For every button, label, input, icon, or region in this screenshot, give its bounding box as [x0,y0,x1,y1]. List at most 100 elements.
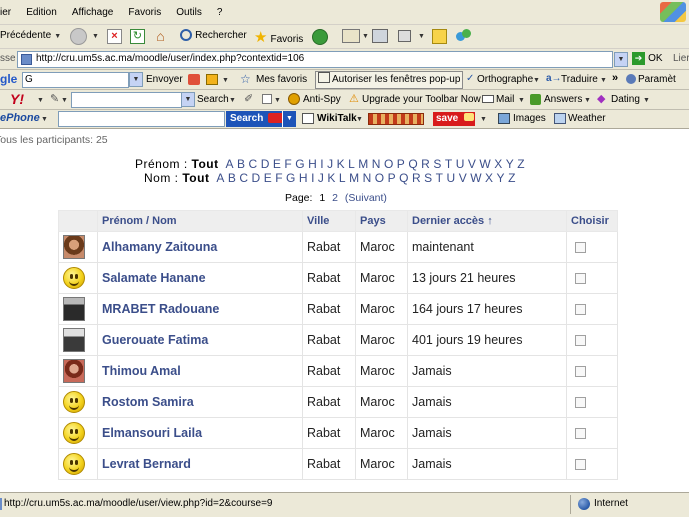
forward-dropdown-icon[interactable]: ▼ [92,33,99,40]
nom-letter-m[interactable]: M [349,171,360,185]
form-icon[interactable] [262,94,272,104]
prenom-letter-t[interactable]: T [445,157,453,171]
mail-dropdown-icon[interactable]: ▼ [518,97,525,104]
prenom-letter-d[interactable]: D [261,157,270,171]
prenom-letter-r[interactable]: R [421,157,430,171]
ask-search-dropdown-icon[interactable]: ▼ [282,111,296,127]
prenom-letter-e[interactable]: E [273,157,282,171]
nom-letter-x[interactable]: X [485,171,494,185]
back-button[interactable]: Précédente ▼ [0,29,61,45]
nom-letter-b[interactable]: B [228,171,237,185]
prenom-letter-s[interactable]: S [433,157,442,171]
default-avatar-smiley-icon[interactable] [63,422,85,444]
traduire-button[interactable]: Traduire [561,74,598,85]
orthographe-dropdown-icon[interactable]: ▼ [533,77,540,84]
google-envoyer-button[interactable]: Envoyer [146,74,183,85]
nom-letter-j[interactable]: J [318,171,325,185]
participant-name-link[interactable]: MRABET Radouane [97,293,303,325]
nom-letter-p[interactable]: P [388,171,397,185]
participant-name-link[interactable]: Rostom Samira [97,386,303,418]
default-avatar-smiley-icon[interactable] [63,453,85,475]
country-column-header[interactable]: Pays [355,210,408,232]
menu-favoris[interactable]: Favoris [128,7,161,18]
google-search-dropdown-icon[interactable]: ▼ [129,72,143,87]
prenom-letter-w[interactable]: W [479,157,491,171]
nom-letter-o[interactable]: O [375,171,385,185]
save-button[interactable]: save [433,112,475,126]
select-user-checkbox[interactable] [575,365,586,377]
yahoo-search-caret-icon[interactable]: ▼ [229,97,236,104]
prenom-letter-j[interactable]: J [327,157,334,171]
page-next-link[interactable]: (Suivant) [345,192,387,204]
ask-logo-dropdown-icon[interactable]: ▼ [41,116,48,123]
select-user-checkbox[interactable] [575,272,586,284]
nom-letter-l[interactable]: L [339,171,346,185]
nom-letter-s[interactable]: S [424,171,433,185]
print-icon[interactable] [372,29,388,43]
nom-letter-y[interactable]: Y [497,171,506,185]
wikitalk-button[interactable]: WikiTalk [317,113,357,124]
nom-letter-u[interactable]: U [447,171,456,185]
ask-logo[interactable]: ePhone [0,112,40,124]
wikitalk-dropdown-icon[interactable]: ▼ [356,116,363,123]
back-dropdown-icon[interactable]: ▼ [54,33,61,40]
select-user-checkbox[interactable] [575,334,586,346]
last-access-column-header[interactable]: Dernier accès ↑ [407,210,567,232]
user-photo-avatar[interactable] [63,359,85,383]
menu-affichage[interactable]: Affichage [72,7,114,18]
nom-letter-g[interactable]: G [286,171,296,185]
nom-letter-w[interactable]: W [470,171,482,185]
antispy-button[interactable]: Anti-Spy [303,94,341,105]
discuss-icon[interactable] [432,29,447,44]
prenom-letter-c[interactable]: C [249,157,258,171]
answers-button[interactable]: Answers [544,94,582,105]
nom-letter-q[interactable]: Q [399,171,409,185]
nom-letter-e[interactable]: E [264,171,273,185]
yahoo-search-button[interactable]: Search [197,94,229,105]
prenom-letter-b[interactable]: B [237,157,246,171]
messenger-icon[interactable] [456,29,472,45]
participant-name-link[interactable]: Levrat Bernard [97,448,303,480]
prenom-letter-y[interactable]: Y [506,157,515,171]
select-user-checkbox[interactable] [575,241,586,253]
pencil-icon[interactable]: ✎ [50,92,59,105]
nom-letter-t[interactable]: T [436,171,444,185]
nom-letter-a[interactable]: A [216,171,225,185]
favorites-button[interactable]: ★ Favoris [254,28,303,46]
answers-dropdown-icon[interactable]: ▼ [584,97,591,104]
nom-letter-c[interactable]: C [239,171,248,185]
yahoo-mail-button[interactable]: Mail [496,94,514,105]
city-column-header[interactable]: Ville [302,210,356,232]
save-dropdown-icon[interactable]: ▼ [480,116,487,123]
user-photo-avatar[interactable] [63,297,85,321]
prenom-letter-z[interactable]: Z [517,157,525,171]
dating-button[interactable]: Dating [611,94,640,105]
ask-search-button[interactable]: Search [226,111,285,127]
prenom-letter-h[interactable]: H [308,157,317,171]
prenom-letter-g[interactable]: G [295,157,305,171]
user-photo-avatar[interactable] [63,328,85,352]
parametres-button[interactable]: Paramèt [638,74,676,85]
weather-button[interactable]: Weather [568,113,606,124]
prenom-letter-f[interactable]: F [284,157,292,171]
nom-letter-i[interactable]: I [311,171,315,185]
yahoo-dropdown-icon[interactable]: ▼ [37,97,44,104]
nom-letter-f[interactable]: F [275,171,283,185]
yahoo-search-dropdown-icon[interactable]: ▼ [181,92,195,107]
prenom-letter-x[interactable]: X [494,157,503,171]
history-icon[interactable] [312,29,328,45]
nom-letter-r[interactable]: R [412,171,421,185]
nom-filter-all[interactable]: Tout [182,171,209,185]
prenom-letter-q[interactable]: Q [408,157,418,171]
participant-name-link[interactable]: Alhamany Zaitouna [97,231,303,263]
google-dropdown-icon[interactable]: ▼ [222,77,229,84]
links-label[interactable]: Lier [673,53,689,64]
select-user-checkbox[interactable] [575,396,586,408]
traduire-dropdown-icon[interactable]: ▼ [600,77,607,84]
menu-file[interactable]: ier [0,7,11,18]
nom-letter-v[interactable]: V [459,171,468,185]
nom-letter-d[interactable]: D [252,171,261,185]
address-input[interactable]: http://cru.um5s.ac.ma/moodle/user/index.… [17,51,613,68]
pencil-dropdown-icon[interactable]: ▼ [61,97,68,104]
menu-help[interactable]: ? [217,7,223,18]
